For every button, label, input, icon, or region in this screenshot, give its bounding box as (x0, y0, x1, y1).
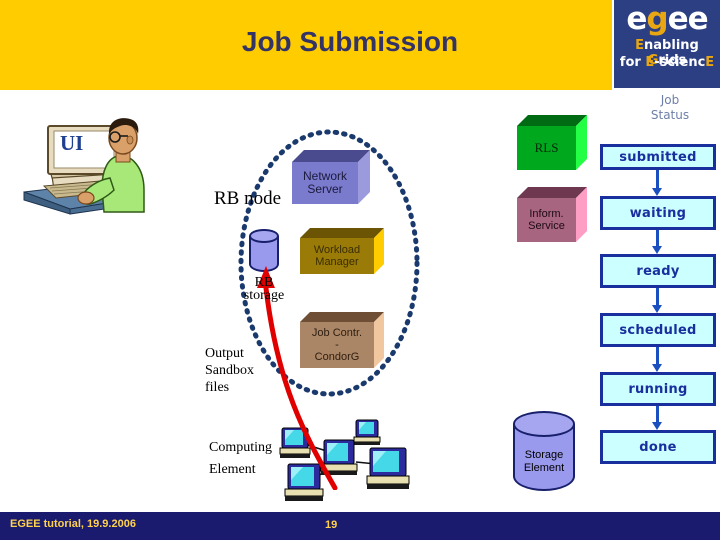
status-box-done[interactable]: done (600, 430, 716, 464)
information-service-label-line1: Inform. (529, 207, 564, 220)
output-sandbox-line3: files (205, 380, 230, 395)
status-box-running[interactable]: running (600, 372, 716, 406)
job-status-title: Job Status (620, 93, 720, 123)
status-box-scheduled[interactable]: scheduled (600, 313, 716, 347)
rb-storage-label-line2: storage (243, 288, 285, 303)
footer-tutorial-label: EGEE tutorial, 19.9.2006 (10, 518, 136, 530)
computing-element-line1: Computing (209, 440, 273, 455)
status-arrowhead-4 (652, 364, 662, 372)
status-connector-3 (656, 288, 659, 305)
job-status-title-line1: Job (660, 93, 680, 107)
job-controller-label-line1: Job Contr. (311, 326, 363, 339)
rb-storage-cylinder (249, 229, 279, 273)
information-service-box: Inform. Service (517, 187, 587, 245)
computing-element-cluster (272, 418, 412, 506)
storage-element-label-line2: Element (523, 462, 565, 474)
status-connector-1 (656, 170, 659, 188)
workload-manager-label-line2: Manager (315, 256, 359, 268)
status-box-ready[interactable]: ready (600, 254, 716, 288)
workload-manager-label-line1: Workload (313, 243, 361, 256)
egee-tagline-line2: for E-sciencE (619, 55, 715, 70)
job-controller-label-line2: - (335, 338, 339, 351)
header-underline (0, 86, 612, 90)
status-arrowhead-1 (652, 188, 662, 196)
status-box-submitted[interactable]: submitted (600, 144, 716, 170)
job-controller-box: Job Contr. - CondorG (300, 312, 384, 370)
job-controller-label-line3: CondorG (314, 351, 360, 364)
rls-box: RLS (517, 115, 587, 173)
status-connector-2 (656, 230, 659, 246)
page-title: Job Submission (241, 26, 459, 57)
status-arrowhead-5 (652, 422, 662, 430)
rb-node-label: RB node (214, 188, 282, 209)
egee-wordmark: egee (626, 1, 708, 37)
ui-workstation-illustration (20, 112, 150, 217)
computing-element-label: Computing Element (209, 437, 272, 481)
workload-manager-box: Workload Manager (300, 228, 384, 276)
output-sandbox-label: Output Sandbox files (205, 345, 254, 396)
status-connector-4 (656, 347, 659, 364)
computing-element-line2: Element (209, 462, 256, 477)
storage-element-label-line1: Storage (524, 449, 564, 461)
status-arrowhead-2 (652, 246, 662, 254)
storage-element-cylinder: Storage Element (513, 411, 575, 491)
status-arrowhead-3 (652, 305, 662, 313)
output-sandbox-line2: Sandbox (205, 363, 254, 378)
footer-page-number: 19 (325, 519, 338, 531)
egee-logo: egee Enabling Grids for E-sciencE (614, 0, 720, 88)
status-connector-5 (656, 406, 659, 422)
ui-label: UI (60, 131, 84, 155)
network-server-box: Network Server (292, 150, 370, 206)
rls-label: RLS (534, 139, 559, 155)
status-box-waiting[interactable]: waiting (600, 196, 716, 230)
rb-storage-label: RB storage (222, 276, 306, 303)
output-sandbox-line1: Output (205, 346, 244, 361)
network-server-label-line2: Server (307, 182, 343, 196)
job-status-title-line2: Status (650, 108, 690, 122)
information-service-label-line2: Service (528, 220, 565, 232)
